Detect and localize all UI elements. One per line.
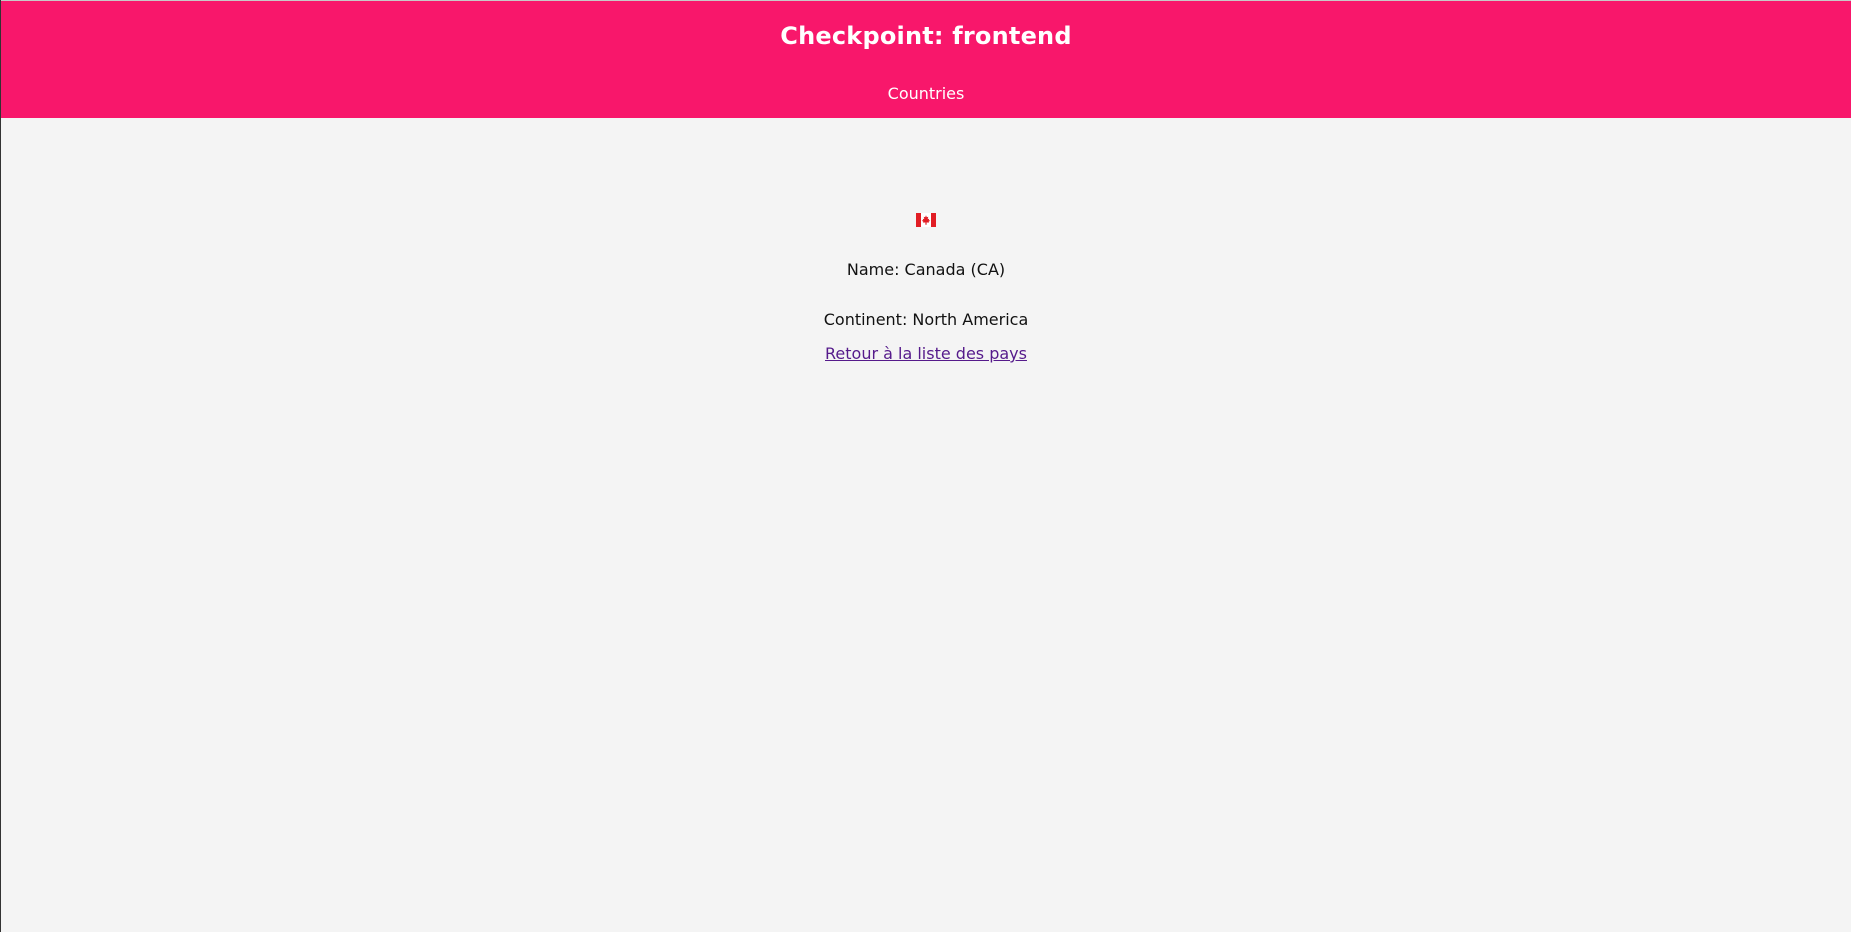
page: Checkpoint: frontend Countries Name: Can… — [0, 0, 1851, 932]
back-to-country-list-link[interactable]: Retour à la liste des pays — [825, 344, 1027, 364]
country-continent: Continent: North America — [823, 310, 1029, 329]
country-name: Name: Canada (CA) — [846, 260, 1006, 279]
page-title: Checkpoint: frontend — [780, 22, 1072, 50]
countries-nav-link[interactable]: Countries — [888, 84, 965, 104]
site-header: Checkpoint: frontend Countries — [1, 0, 1851, 118]
canada-flag-icon — [916, 213, 936, 227]
country-details: Name: Canada (CA) Continent: North Ameri… — [1, 213, 1851, 364]
